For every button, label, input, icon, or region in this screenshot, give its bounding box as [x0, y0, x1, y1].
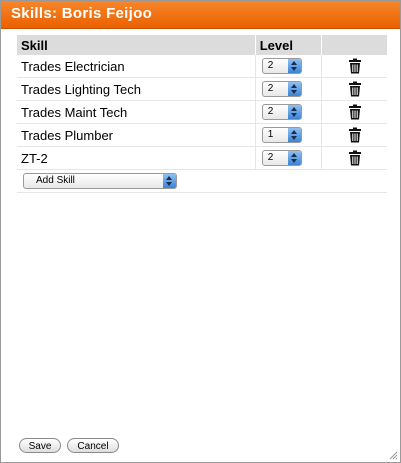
level-select-value: 2	[267, 106, 274, 118]
column-header-skill: Skill	[17, 35, 256, 55]
table-row: Trades Lighting Tech 2	[17, 77, 387, 101]
table-header-row: Skill Level	[17, 35, 387, 55]
skills-table: Skill Level Trades Electrician 2 Trades …	[17, 35, 387, 193]
column-header-actions	[321, 35, 387, 55]
delete-cell	[321, 146, 387, 170]
level-select-value: 2	[267, 60, 274, 72]
add-skill-cell: Add Skill	[17, 169, 387, 193]
table-row: Trades Plumber 1	[17, 123, 387, 147]
level-cell: 2	[255, 146, 323, 170]
add-skill-select[interactable]: Add Skill	[23, 173, 177, 190]
level-select[interactable]: 2	[261, 104, 302, 121]
resize-grip-icon[interactable]	[388, 450, 398, 460]
delete-cell	[321, 123, 387, 147]
up-down-arrows-icon	[287, 82, 301, 97]
add-skill-select-value: Add Skill	[36, 175, 75, 187]
level-cell: 1	[255, 123, 323, 147]
up-down-arrows-icon	[287, 105, 301, 120]
level-select[interactable]: 2	[261, 81, 302, 98]
table-row: ZT-2 2	[17, 146, 387, 170]
skills-dialog: Skills: Boris Feijoo Skill Level Trades …	[0, 0, 401, 463]
trash-icon[interactable]	[348, 58, 362, 74]
trash-icon[interactable]	[348, 150, 362, 166]
level-cell: 2	[255, 55, 323, 78]
title-bar: Skills: Boris Feijoo	[1, 1, 400, 29]
level-cell: 2	[255, 77, 323, 101]
level-select-value: 2	[267, 152, 274, 164]
column-header-level: Level	[255, 35, 323, 55]
table-row: Trades Maint Tech 2	[17, 100, 387, 124]
skill-name: Trades Plumber	[17, 123, 256, 147]
level-select[interactable]: 2	[261, 150, 302, 167]
skill-name: Trades Lighting Tech	[17, 77, 256, 101]
save-button[interactable]: Save	[19, 438, 61, 453]
skill-name: Trades Maint Tech	[17, 100, 256, 124]
up-down-arrows-icon	[287, 59, 301, 74]
skill-name: ZT-2	[17, 146, 256, 170]
level-cell: 2	[255, 100, 323, 124]
skill-name: Trades Electrician	[17, 55, 256, 78]
delete-cell	[321, 55, 387, 78]
level-select-value: 1	[267, 129, 274, 141]
dialog-title: Skills: Boris Feijoo	[11, 5, 153, 22]
level-select[interactable]: 2	[261, 58, 302, 75]
up-down-arrows-icon	[287, 128, 301, 143]
delete-cell	[321, 77, 387, 101]
cancel-button[interactable]: Cancel	[67, 438, 119, 453]
up-down-arrows-icon	[163, 174, 176, 189]
trash-icon[interactable]	[348, 104, 362, 120]
delete-cell	[321, 100, 387, 124]
table-row: Trades Electrician 2	[17, 55, 387, 78]
trash-icon[interactable]	[348, 81, 362, 97]
up-down-arrows-icon	[287, 151, 301, 166]
trash-icon[interactable]	[348, 127, 362, 143]
level-select[interactable]: 1	[261, 127, 302, 144]
add-skill-row: Add Skill	[17, 169, 387, 193]
level-select-value: 2	[267, 83, 274, 95]
